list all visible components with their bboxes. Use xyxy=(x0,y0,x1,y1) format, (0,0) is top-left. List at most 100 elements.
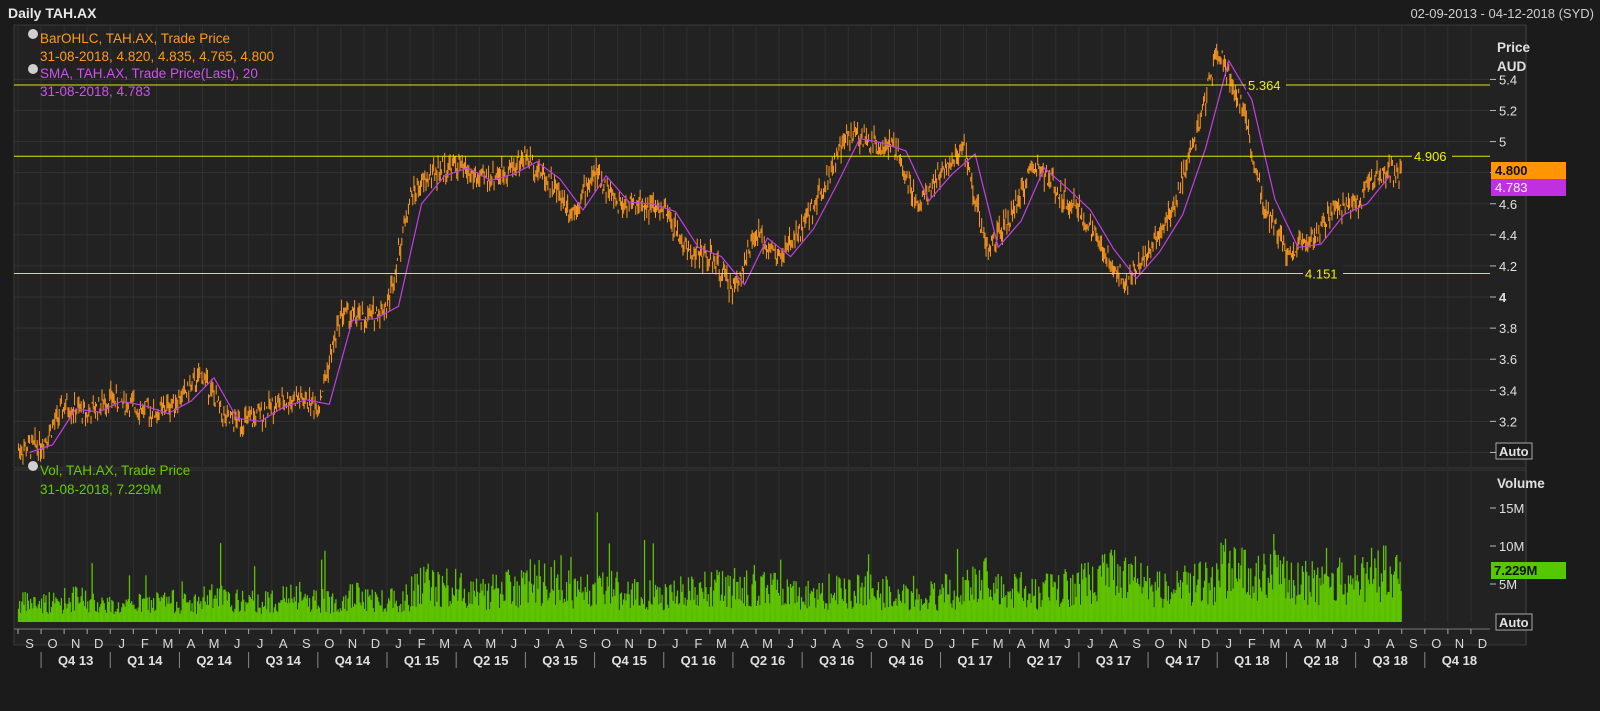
price-axis-title: Price xyxy=(1497,40,1531,55)
month-label: M xyxy=(485,636,496,651)
price-tick-label: 5.2 xyxy=(1499,103,1517,118)
month-label: J xyxy=(1087,636,1094,651)
sma-tag: 4.783 xyxy=(1495,180,1528,195)
price-axis-unit: AUD xyxy=(1497,59,1526,74)
month-label: M xyxy=(716,636,727,651)
month-label: S xyxy=(579,636,588,651)
price-auto-label: Auto xyxy=(1499,444,1529,459)
month-label: A xyxy=(1294,636,1303,651)
month-label: D xyxy=(648,636,657,651)
month-label: M xyxy=(209,636,220,651)
ohlc-legend-values: 31-08-2018, 4.820, 4.835, 4.765, 4.800 xyxy=(40,49,274,64)
month-label: D xyxy=(371,636,380,651)
chart-svg: Daily TAH.AX 02-09-2013 - 04-12-2018 (SY… xyxy=(0,0,1600,706)
price-tick-label: 3.6 xyxy=(1499,352,1517,367)
month-label: M xyxy=(1316,636,1327,651)
quarter-label: Q1 16 xyxy=(681,653,716,668)
quarter-label: Q4 18 xyxy=(1442,653,1477,668)
month-label: D xyxy=(924,636,933,651)
price-tick-label: 5.4 xyxy=(1499,72,1517,87)
month-label: A xyxy=(187,636,196,651)
price-tick-label: 3.2 xyxy=(1499,414,1517,429)
month-label: F xyxy=(694,636,702,651)
quarter-label: Q2 15 xyxy=(473,653,508,668)
month-label: N xyxy=(348,636,357,651)
month-label: M xyxy=(762,636,773,651)
price-tick-label: 4.6 xyxy=(1499,197,1517,212)
month-label: M xyxy=(162,636,173,651)
price-tick-label: 3.8 xyxy=(1499,321,1517,336)
volume-axis-title: Volume xyxy=(1497,476,1545,491)
month-label: N xyxy=(1178,636,1187,651)
month-label: O xyxy=(48,636,58,651)
month-label: A xyxy=(463,636,472,651)
month-label: A xyxy=(1109,636,1118,651)
volume-auto-button[interactable]: Auto xyxy=(1495,613,1533,631)
quarter-label: Q4 14 xyxy=(335,653,371,668)
price-level-label: 4.906 xyxy=(1414,149,1447,164)
month-label: O xyxy=(324,636,334,651)
month-label: N xyxy=(624,636,633,651)
chart-window: Daily TAH.AX 02-09-2013 - 04-12-2018 (SY… xyxy=(0,0,1600,706)
legend-toggle-icon[interactable] xyxy=(28,461,38,471)
month-label: F xyxy=(141,636,149,651)
quarter-label: Q4 13 xyxy=(58,653,93,668)
month-label: A xyxy=(1386,636,1395,651)
sma-legend-values: 31-08-2018, 4.783 xyxy=(40,84,150,99)
month-label: J xyxy=(810,636,817,651)
month-label: N xyxy=(901,636,910,651)
date-range: 02-09-2013 - 04-12-2018 (SYD) xyxy=(1410,6,1594,21)
price-auto-button[interactable]: Auto xyxy=(1495,442,1533,460)
month-label: D xyxy=(1478,636,1487,651)
month-label: A xyxy=(556,636,565,651)
price-tick-label: 4.4 xyxy=(1499,228,1517,243)
volume-tick-label: 15M xyxy=(1499,501,1524,516)
month-label: A xyxy=(279,636,288,651)
quarter-label: Q3 14 xyxy=(266,653,302,668)
quarter-label: Q1 15 xyxy=(404,653,439,668)
month-label: N xyxy=(1455,636,1464,651)
volume-tick-label: 10M xyxy=(1499,539,1524,554)
price-tick-label: 3.4 xyxy=(1499,383,1517,398)
month-label: M xyxy=(1269,636,1280,651)
price-tick-label: 4 xyxy=(1499,290,1507,305)
month-label: A xyxy=(1017,636,1026,651)
month-label: F xyxy=(1248,636,1256,651)
month-label: F xyxy=(418,636,426,651)
quarter-label: Q3 16 xyxy=(819,653,854,668)
month-label: S xyxy=(1409,636,1418,651)
quarter-label: Q4 15 xyxy=(611,653,646,668)
quarter-label: Q2 18 xyxy=(1303,653,1338,668)
quarter-label: Q3 15 xyxy=(542,653,577,668)
month-label: O xyxy=(1155,636,1165,651)
quarter-label: Q2 17 xyxy=(1027,653,1062,668)
month-label: J xyxy=(1341,636,1348,651)
month-label: S xyxy=(302,636,311,651)
month-label: N xyxy=(71,636,80,651)
month-label: J xyxy=(119,636,126,651)
month-label: O xyxy=(1431,636,1441,651)
month-label: S xyxy=(1132,636,1141,651)
month-label: J xyxy=(1226,636,1233,651)
chart-title: Daily TAH.AX xyxy=(8,5,97,21)
month-label: D xyxy=(94,636,103,651)
quarter-label: Q2 14 xyxy=(196,653,232,668)
month-label: F xyxy=(971,636,979,651)
legend-toggle-icon[interactable] xyxy=(28,29,38,39)
month-label: M xyxy=(439,636,450,651)
month-label: J xyxy=(1064,636,1071,651)
price-level-label: 4.151 xyxy=(1305,267,1338,282)
month-label: D xyxy=(1201,636,1210,651)
volume-auto-label: Auto xyxy=(1499,615,1529,630)
month-label: M xyxy=(1039,636,1050,651)
ohlc-legend-title: BarOHLC, TAH.AX, Trade Price xyxy=(40,31,230,46)
month-label: J xyxy=(395,636,402,651)
quarter-label: Q4 17 xyxy=(1165,653,1200,668)
quarter-label: Q1 18 xyxy=(1234,653,1269,668)
volume-legend-values: 31-08-2018, 7.229M xyxy=(40,482,162,497)
month-label: J xyxy=(672,636,679,651)
legend-toggle-icon[interactable] xyxy=(28,64,38,74)
month-label: S xyxy=(855,636,864,651)
month-label: J xyxy=(511,636,518,651)
quarter-label: Q2 16 xyxy=(750,653,785,668)
